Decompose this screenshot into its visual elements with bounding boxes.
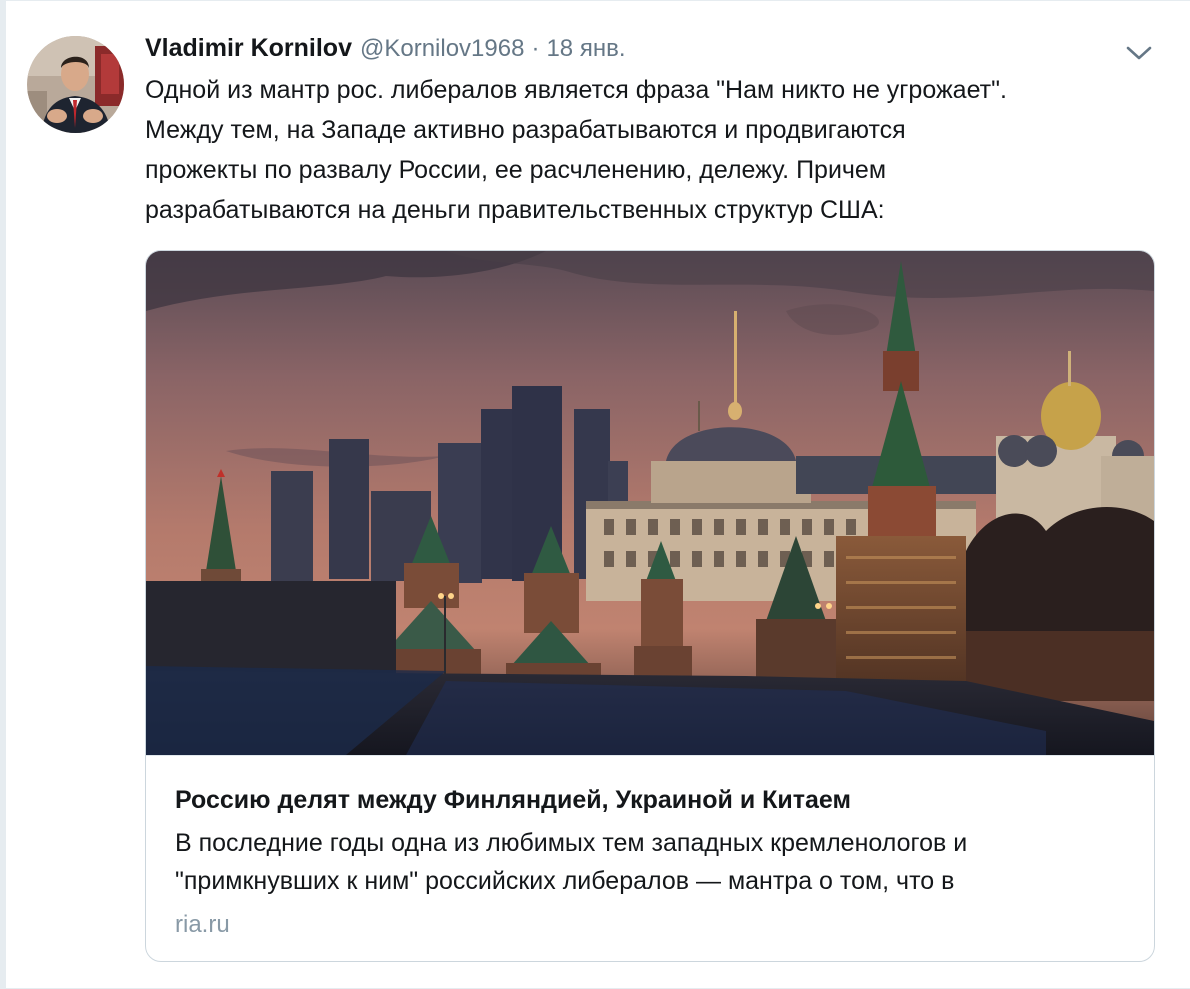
- card-description-line: В последние годы одна из любимых тем зап…: [175, 829, 968, 857]
- card-description-line: "примкнувших к ним" российских либералов…: [175, 867, 955, 895]
- kremlin-photo[interactable]: [146, 251, 1154, 755]
- author-handle[interactable]: @Kornilov1968: [360, 35, 524, 63]
- tweet-text: Одной из мантр рос. либералов является ф…: [145, 70, 1155, 230]
- avatar[interactable]: [27, 36, 124, 133]
- header-separator: ·: [531, 35, 540, 62]
- tweet-text-line: разрабатываются на деньги правительствен…: [145, 196, 885, 224]
- avatar-photo: [27, 36, 124, 133]
- card-description: В последние годы одна из любимых тем зап…: [175, 824, 967, 900]
- tweet-text-line: Между тем, на Западе активно разрабатыва…: [145, 116, 906, 144]
- card-title[interactable]: Россию делят между Финляндией, Украиной …: [175, 786, 851, 815]
- tweet-text-line: прожекты по развалу России, ее расчленен…: [145, 156, 887, 184]
- tweet[interactable]: Vladimir Kornilov @Kornilov1968 · 18 янв…: [0, 0, 1190, 989]
- tweet-date[interactable]: 18 янв.: [546, 35, 625, 63]
- timeline-gutter: [0, 1, 6, 989]
- link-card[interactable]: Россию делят между Финляндией, Украиной …: [145, 250, 1155, 962]
- card-body[interactable]: Россию делят между Финляндией, Украиной …: [146, 755, 1154, 961]
- tweet-text-line: Одной из мантр рос. либералов является ф…: [145, 76, 1007, 104]
- tweet-header: Vladimir Kornilov @Kornilov1968 · 18 янв…: [145, 34, 625, 68]
- author-name[interactable]: Vladimir Kornilov: [145, 34, 352, 63]
- card-domain[interactable]: ria.ru: [175, 911, 230, 939]
- chevron-down-icon[interactable]: [1126, 45, 1152, 61]
